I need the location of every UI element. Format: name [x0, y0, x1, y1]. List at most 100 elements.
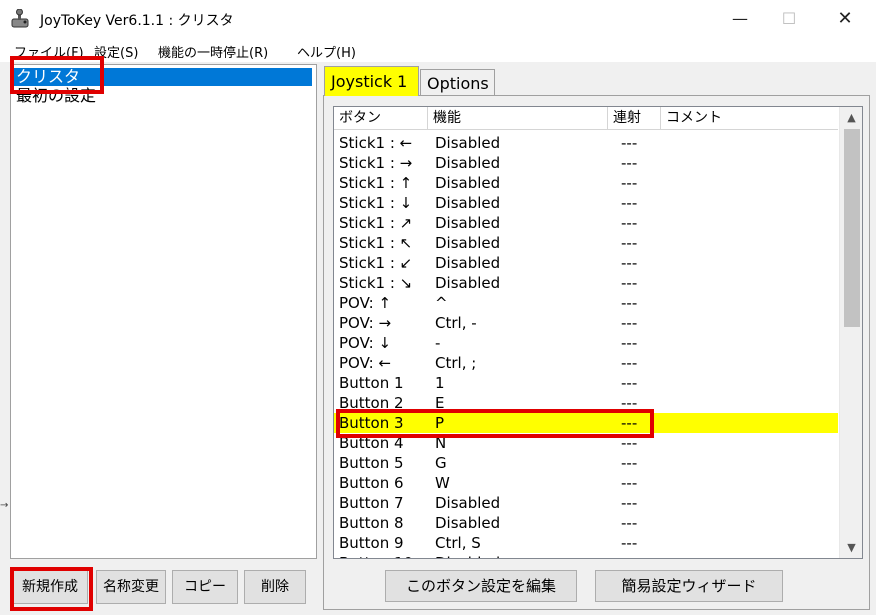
table-row[interactable]: POV: ← Ctrl, ; ---	[334, 353, 838, 373]
menu-file[interactable]: ファイル(F)	[14, 42, 84, 61]
cell-rapid-fire: ---	[621, 494, 638, 512]
cell-rapid-fire: ---	[621, 214, 638, 232]
cell-button: Button 10	[339, 553, 413, 558]
table-row[interactable]: Stick1 : ↑ Disabled ---	[334, 173, 838, 193]
cell-rapid-fire: ---	[621, 394, 638, 412]
table-row[interactable]: Button 3 P ---	[334, 413, 838, 433]
table-header: ボタン 機能 連射 コメント	[334, 107, 838, 130]
table-row[interactable]: POV: ↑ ^ ---	[334, 293, 838, 313]
table-row[interactable]: POV: ↓ - ---	[334, 333, 838, 353]
cell-rapid-fire: ---	[621, 374, 638, 392]
table-row[interactable]: Button 7 Disabled ---	[334, 493, 838, 513]
cell-button: Button 9	[339, 534, 404, 552]
minimize-button[interactable]: —	[717, 0, 763, 38]
cell-function: 1	[435, 374, 445, 392]
menu-help[interactable]: ヘルプ(H)	[297, 42, 356, 61]
cell-rapid-fire: ---	[621, 534, 638, 552]
table-row[interactable]: Stick1 : ↖ Disabled ---	[334, 233, 838, 253]
profile-item-crista[interactable]: クリスタ	[13, 68, 312, 86]
edit-button-setting-button[interactable]: このボタン設定を編集	[385, 570, 577, 602]
title-bar: JoyToKey Ver6.1.1 : クリスタ — ☐ ✕	[0, 0, 876, 38]
cell-rapid-fire: ---	[621, 154, 638, 172]
rename-button[interactable]: 名称変更	[96, 570, 166, 604]
cell-button: POV: →	[339, 314, 392, 332]
cell-button: Stick1 : →	[339, 154, 413, 172]
cell-button: Button 7	[339, 494, 404, 512]
cell-button: Stick1 : ↙	[339, 254, 413, 272]
cell-button: Button 5	[339, 454, 404, 472]
cell-function: Ctrl, S	[435, 534, 481, 552]
chevron-down-icon[interactable]: ▼	[840, 539, 862, 557]
cell-function: W	[435, 474, 450, 492]
table-row[interactable]: Button 2 E ---	[334, 393, 838, 413]
copy-button[interactable]: コピー	[172, 570, 238, 604]
cell-rapid-fire: ---	[621, 334, 638, 352]
menu-pause[interactable]: 機能の一時停止(R)	[158, 42, 268, 61]
table-row[interactable]: Button 8 Disabled ---	[334, 513, 838, 533]
cell-function: ^	[435, 294, 448, 312]
menu-settings[interactable]: 設定(S)	[94, 42, 138, 61]
cell-function: Disabled	[435, 174, 501, 192]
cell-button: Stick1 : ↑	[339, 174, 413, 192]
cell-function: Ctrl, -	[435, 314, 477, 332]
cell-function: Disabled	[435, 194, 501, 212]
cell-button: Stick1 : ↗	[339, 214, 413, 232]
maximize-button[interactable]: ☐	[766, 0, 812, 38]
cell-button: POV: ↑	[339, 294, 392, 312]
table-row[interactable]: Stick1 : ↗ Disabled ---	[334, 213, 838, 233]
table-row[interactable]: Button 4 N ---	[334, 433, 838, 453]
header-comment[interactable]: コメント	[661, 107, 838, 129]
vertical-scrollbar[interactable]: ▲ ▼	[839, 107, 862, 558]
cell-button: Button 2	[339, 394, 404, 412]
splitter-arrow-icon: →	[0, 500, 9, 511]
cell-function: Disabled	[435, 274, 501, 292]
cell-button: POV: ↓	[339, 334, 392, 352]
table-row[interactable]: Button 6 W ---	[334, 473, 838, 493]
cell-rapid-fire: ---	[621, 474, 638, 492]
table-row[interactable]: Stick1 : ↘ Disabled ---	[334, 273, 838, 293]
header-button[interactable]: ボタン	[334, 107, 428, 129]
table-row[interactable]: Button 1 1 ---	[334, 373, 838, 393]
table-row[interactable]: Stick1 : ← Disabled ---	[334, 133, 838, 153]
table-row[interactable]: Button 10 Disabled ---	[334, 553, 838, 558]
new-profile-button[interactable]: 新規作成	[12, 570, 88, 604]
header-function[interactable]: 機能	[428, 107, 608, 129]
cell-function: -	[435, 334, 441, 352]
cell-rapid-fire: ---	[621, 514, 638, 532]
cell-rapid-fire: ---	[621, 234, 638, 252]
table-row[interactable]: POV: → Ctrl, - ---	[334, 313, 838, 333]
table-row[interactable]: Stick1 : ↓ Disabled ---	[334, 193, 838, 213]
profile-list[interactable]: クリスタ 最初の設定	[10, 64, 317, 559]
cell-function: Disabled	[435, 234, 501, 252]
close-button[interactable]: ✕	[822, 0, 868, 38]
table-row[interactable]: Stick1 : → Disabled ---	[334, 153, 838, 173]
table-row[interactable]: Button 9 Ctrl, S ---	[334, 533, 838, 553]
cell-button: POV: ←	[339, 354, 392, 372]
cell-function: Disabled	[435, 254, 501, 272]
profile-item-initial[interactable]: 最初の設定	[13, 87, 312, 105]
cell-rapid-fire: ---	[621, 454, 638, 472]
cell-button: Button 4	[339, 434, 404, 452]
cell-function: E	[435, 394, 445, 412]
cell-function: Disabled	[435, 134, 501, 152]
menu-bar: ファイル(F) 設定(S) 機能の一時停止(R) ヘルプ(H)	[0, 38, 876, 62]
tab-joystick-1[interactable]: Joystick 1	[324, 66, 419, 96]
cell-button: Button 3	[339, 414, 404, 432]
header-rapid-fire[interactable]: 連射	[608, 107, 661, 129]
cell-button: Button 1	[339, 374, 404, 392]
cell-button: Stick1 : ↘	[339, 274, 413, 292]
delete-button[interactable]: 削除	[244, 570, 306, 604]
tab-options[interactable]: Options	[420, 69, 495, 96]
chevron-up-icon[interactable]: ▲	[840, 109, 862, 127]
cell-function: Disabled	[435, 553, 500, 558]
cell-button: Stick1 : ↓	[339, 194, 413, 212]
cell-rapid-fire: ---	[621, 194, 638, 212]
table-row[interactable]: Stick1 : ↙ Disabled ---	[334, 253, 838, 273]
button-mapping-table[interactable]: ボタン 機能 連射 コメント Stick1 : ← Disabled --- Stic…	[333, 106, 863, 559]
cell-function: G	[435, 454, 447, 472]
setup-wizard-button[interactable]: 簡易設定ウィザード	[595, 570, 783, 602]
table-row[interactable]: Button 5 G ---	[334, 453, 838, 473]
scrollbar-thumb[interactable]	[844, 129, 860, 327]
window-title: JoyToKey Ver6.1.1 : クリスタ	[40, 13, 234, 29]
cell-function: Disabled	[435, 214, 501, 232]
